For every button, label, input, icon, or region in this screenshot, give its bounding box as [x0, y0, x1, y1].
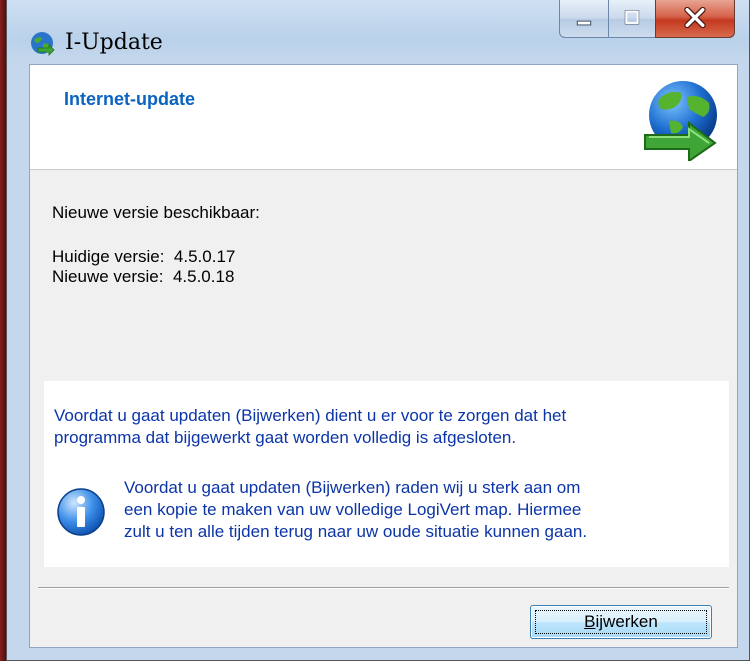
new-version-row: Nieuwe versie: 4.5.0.18: [52, 267, 234, 287]
update-dialog: I-Update Internet-update Nieuwe versie b…: [6, 0, 750, 661]
current-version-value: 4.5.0.17: [173, 247, 236, 266]
close-button[interactable]: [655, 0, 735, 38]
new-version-value: 4.5.0.18: [172, 267, 235, 286]
notice-line: programma dat bijgewerkt gaat worden vol…: [54, 428, 517, 447]
close-icon: [684, 6, 706, 29]
maximize-icon: [624, 10, 640, 25]
minimize-icon: [576, 20, 592, 26]
advice-line: een kopie te maken van uw volledige Logi…: [124, 500, 582, 519]
update-button[interactable]: Bijwerken: [530, 605, 712, 639]
minimize-button[interactable]: [559, 0, 609, 38]
app-globe-icon: [31, 32, 55, 56]
focus-rectangle: [535, 610, 707, 634]
footer-divider: [38, 587, 729, 589]
current-version-label: Huidige versie:: [52, 247, 165, 266]
notice-panel: Voordat u gaat updaten (Bijwerken) dient…: [44, 381, 729, 567]
backup-advice-text: Voordat u gaat updaten (Bijwerken) raden…: [124, 477, 721, 543]
info-icon: [57, 488, 105, 536]
internet-update-globe-icon: [644, 81, 717, 161]
header-title: Internet-update: [64, 89, 196, 109]
window-title: I-Update: [65, 30, 163, 55]
title-bar[interactable]: I-Update: [7, 0, 749, 64]
maximize-button[interactable]: [608, 0, 656, 38]
update-available-text: Nieuwe versie beschikbaar:: [52, 203, 260, 222]
advice-line: zult u ten alle tijden terug naar uw oud…: [124, 522, 588, 541]
advice-line: Voordat u gaat updaten (Bijwerken) raden…: [124, 478, 581, 497]
current-version-row: Huidige versie: 4.5.0.17: [52, 247, 235, 267]
notice-line: Voordat u gaat updaten (Bijwerken) dient…: [54, 406, 567, 425]
dialog-client-area: Internet-update Nieuwe versie beschikbaa…: [29, 64, 738, 648]
new-version-label: Nieuwe versie:: [52, 267, 164, 286]
header-banner: Internet-update: [30, 65, 737, 170]
close-program-notice: Voordat u gaat updaten (Bijwerken) dient…: [54, 405, 719, 449]
